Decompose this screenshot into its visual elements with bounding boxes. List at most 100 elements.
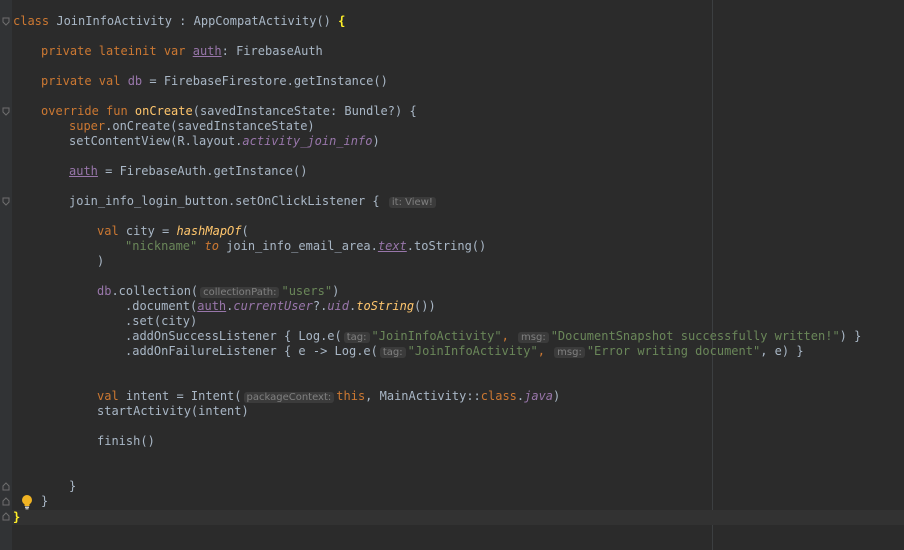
code-text: ) <box>332 284 340 298</box>
code-line-nickname-pair[interactable]: "nickname" to join_info_email_area.text.… <box>125 239 486 254</box>
code-line-val-city[interactable]: val city = hashMapOf( <box>97 224 249 239</box>
code-line-click-listener[interactable]: join_info_login_button.setOnClickListene… <box>69 194 438 209</box>
code-text: .addOnSuccessListener { Log.e( <box>125 329 342 343</box>
code-text: .onCreate(savedInstanceState) <box>105 119 315 133</box>
code-text: : AppCompatActivity() <box>171 14 339 28</box>
code-text: } <box>69 479 77 493</box>
code-text: .document( <box>125 299 198 313</box>
code-text: join_info_email_area. <box>226 239 378 253</box>
parameter-hint: msg: <box>554 347 585 358</box>
parameter-hint: packageContext: <box>243 392 335 403</box>
code-text: = FirebaseAuth.getInstance() <box>97 164 308 178</box>
code-text: } <box>41 494 49 508</box>
code-text: .toString() <box>406 239 487 253</box>
code-line-val-intent[interactable]: val intent = Intent(packageContext: this,… <box>97 389 560 404</box>
property: java <box>524 389 554 403</box>
parameter-hint: tag: <box>379 347 406 358</box>
matched-brace: } <box>13 510 21 524</box>
code-line-start-activity[interactable]: startActivity(intent) <box>97 404 249 419</box>
code-line-db-collection[interactable]: db.collection(collectionPath: "users") <box>97 284 339 299</box>
fold-marker-icon[interactable] <box>2 197 10 206</box>
property: auth <box>197 299 227 313</box>
class-name: JoinInfoActivity <box>56 14 172 28</box>
keyword: val <box>97 389 126 403</box>
code-text: ?. <box>312 299 328 313</box>
string-literal: "JoinInfoActivity" <box>371 329 502 343</box>
fold-marker-icon[interactable] <box>2 482 10 491</box>
code-text: (savedInstanceState: Bundle?) { <box>192 104 417 118</box>
code-text: ) } <box>839 329 862 343</box>
code-line-class-declaration[interactable]: class JoinInfoActivity : AppCompatActivi… <box>13 14 345 29</box>
code-editor[interactable]: class JoinInfoActivity : AppCompatActivi… <box>0 0 904 550</box>
string-literal: "nickname" <box>125 239 198 253</box>
function-name: onCreate <box>134 104 193 118</box>
fold-marker-icon[interactable] <box>2 17 10 26</box>
matched-brace: { <box>338 14 346 28</box>
keyword: val <box>97 224 126 238</box>
code-text: ()) <box>414 299 436 313</box>
code-line-success-listener[interactable]: .addOnSuccessListener { Log.e(tag: "JoinI… <box>125 329 861 344</box>
function-name: hashMapOf <box>176 224 242 238</box>
property: text <box>377 239 407 253</box>
code-line-close-listener[interactable]: } <box>69 479 76 494</box>
string-literal: "JoinInfoActivity" <box>407 344 538 358</box>
right-margin-guide <box>712 0 713 550</box>
code-text: join_info_login_button.setOnClickListene… <box>69 194 387 208</box>
code-text: , <box>501 329 517 343</box>
property: currentUser <box>233 299 313 313</box>
code-line-setcontentview[interactable]: setContentView(R.layout.activity_join_in… <box>69 134 380 149</box>
code-text: .collection( <box>111 284 199 298</box>
property: activity_join_info <box>242 134 373 148</box>
code-text: , e) } <box>760 344 804 358</box>
function-name: toString <box>356 299 415 313</box>
code-line-set-city[interactable]: .set(city) <box>125 314 197 329</box>
code-text: city = <box>125 224 177 238</box>
fold-marker-icon[interactable] <box>2 497 10 506</box>
parameter-hint: it: View! <box>388 197 436 208</box>
code-line-failure-listener[interactable]: .addOnFailureListener { e -> Log.e(tag: "… <box>125 344 804 359</box>
code-text: , <box>537 344 553 358</box>
string-literal: "users" <box>281 284 333 298</box>
code-text: : FirebaseAuth <box>221 44 323 58</box>
code-line-close-paren[interactable]: ) <box>97 254 104 269</box>
property: auth <box>69 164 98 178</box>
keyword: super <box>69 119 106 133</box>
code-line-db-declaration[interactable]: private val db = FirebaseFirestore.getIn… <box>41 74 388 89</box>
property: db <box>127 74 143 88</box>
keyword: private lateinit var <box>41 44 193 58</box>
keyword: to <box>197 239 227 253</box>
code-text: ) <box>97 254 105 268</box>
current-line-highlight <box>12 510 904 525</box>
keyword: class <box>13 14 57 28</box>
code-text: ) <box>372 134 380 148</box>
code-text: startActivity(intent) <box>97 404 249 418</box>
parameter-hint: msg: <box>518 332 549 343</box>
code-line-close-oncreate[interactable]: } <box>41 494 48 509</box>
property: db <box>97 284 112 298</box>
parameter-hint: tag: <box>343 332 370 343</box>
gutter[interactable] <box>0 0 12 550</box>
code-text: intent = Intent( <box>125 389 242 403</box>
fold-marker-icon[interactable] <box>2 512 10 521</box>
code-line-auth-declaration[interactable]: private lateinit var auth: FirebaseAuth <box>41 44 323 59</box>
code-line-auth-init[interactable]: auth = FirebaseAuth.getInstance() <box>69 164 307 179</box>
parameter-hint: collectionPath: <box>200 287 280 298</box>
code-line-oncreate[interactable]: override fun onCreate(savedInstanceState… <box>41 104 417 119</box>
code-text: .addOnFailureListener { e -> Log.e( <box>125 344 378 358</box>
code-text: = FirebaseFirestore.getInstance() <box>142 74 388 88</box>
code-text: ) <box>553 389 561 403</box>
intention-bulb-icon[interactable] <box>20 494 34 510</box>
property: auth <box>192 44 222 58</box>
string-literal: "Error writing document" <box>586 344 761 358</box>
code-line-super-oncreate[interactable]: super.onCreate(savedInstanceState) <box>69 119 315 134</box>
keyword: private val <box>41 74 128 88</box>
fold-marker-icon[interactable] <box>2 107 10 116</box>
keyword: override fun <box>41 104 135 118</box>
code-line-finish[interactable]: finish() <box>97 434 155 449</box>
code-text: .set(city) <box>125 314 198 328</box>
code-text: setContentView(R.layout. <box>69 134 243 148</box>
code-line-close-class[interactable]: } <box>13 510 20 525</box>
code-text: ( <box>241 224 249 238</box>
code-line-document[interactable]: .document(auth.currentUser?.uid.toString… <box>125 299 436 314</box>
string-literal: "DocumentSnapshot successfully written!" <box>550 329 840 343</box>
